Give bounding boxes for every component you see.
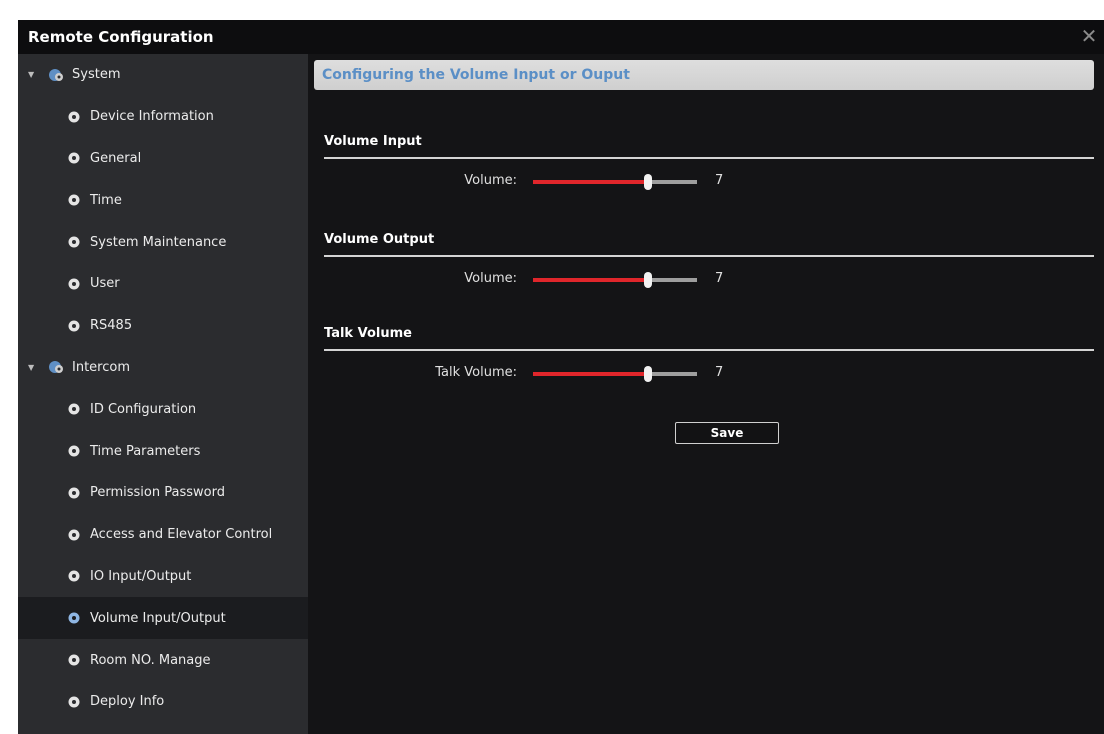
slider-thumb[interactable] (643, 272, 652, 288)
sidebar-tree: ▼ System Device Information General Time… (18, 54, 308, 734)
talk-volume-slider[interactable] (533, 366, 697, 382)
volume-input-slider[interactable] (533, 174, 697, 190)
sidebar-item-label: Device Information (90, 109, 214, 125)
gear-icon (68, 152, 80, 164)
page-header-bar: Configuring the Volume Input or Ouput (314, 60, 1094, 90)
sidebar-item-label: System Maintenance (90, 234, 227, 250)
caret-down-icon[interactable]: ▼ (28, 363, 40, 372)
sidebar-item-time[interactable]: Time (18, 179, 308, 221)
save-button[interactable]: Save (675, 422, 779, 444)
sidebar-item-deploy-info[interactable]: Deploy Info (18, 681, 308, 723)
slider-fill (533, 372, 648, 376)
gear-icon (68, 570, 80, 582)
slider-thumb[interactable] (643, 174, 652, 190)
gear-icon (68, 320, 80, 332)
tree-group-label: System (72, 67, 121, 83)
sidebar-item-label: Access and Elevator Control (90, 527, 273, 543)
gear-globe-icon (49, 68, 63, 81)
gear-icon (68, 696, 80, 708)
volume-input-section: Volume Input Volume: 7 (324, 134, 1094, 195)
sidebar-item-label: User (90, 276, 120, 292)
sidebar-item-time-parameters[interactable]: Time Parameters (18, 430, 308, 472)
sidebar-item-general[interactable]: General (18, 138, 308, 180)
sidebar-item-label: IO Input/Output (90, 568, 192, 584)
volume-output-value: 7 (715, 271, 724, 286)
sidebar-item-id-configuration[interactable]: ID Configuration (18, 388, 308, 430)
gear-icon (68, 654, 80, 666)
tree-group-label: Intercom (72, 359, 130, 375)
gear-icon (68, 403, 80, 415)
volume-output-slider[interactable] (533, 272, 697, 288)
sidebar-item-label: Deploy Info (90, 694, 165, 710)
window-title: Remote Configuration (28, 28, 214, 46)
gear-icon (68, 612, 80, 624)
slider-fill (533, 180, 648, 184)
sidebar-item-label: General (90, 150, 142, 166)
gear-globe-icon (49, 361, 63, 374)
remote-configuration-window: Remote Configuration ✕ ▼ System Device I… (18, 20, 1104, 734)
talk-volume-label: Talk Volume: (435, 365, 517, 380)
gear-icon (68, 111, 80, 123)
volume-output-label: Volume: (464, 271, 517, 286)
sidebar-item-rs485[interactable]: RS485 (18, 305, 308, 347)
gear-icon (68, 445, 80, 457)
section-title: Volume Input (324, 134, 1094, 159)
section-title: Volume Output (324, 232, 1094, 257)
gear-icon (68, 236, 80, 248)
sidebar-item-label: RS485 (90, 318, 133, 334)
gear-icon (68, 487, 80, 499)
sidebar-item-access-elevator-control[interactable]: Access and Elevator Control (18, 514, 308, 556)
volume-input-value: 7 (715, 173, 724, 188)
talk-volume-row: Talk Volume: 7 (324, 359, 1094, 387)
sidebar-item-label: Room NO. Manage (90, 652, 211, 668)
tree-group-system[interactable]: ▼ System (18, 54, 308, 96)
sidebar-item-user[interactable]: User (18, 263, 308, 305)
sidebar-item-label: Time Parameters (90, 443, 201, 459)
gear-icon (68, 529, 80, 541)
caret-down-icon[interactable]: ▼ (28, 70, 40, 79)
sidebar-item-io-input-output[interactable]: IO Input/Output (18, 556, 308, 598)
sidebar-item-label: Permission Password (90, 485, 225, 501)
tree-group-intercom[interactable]: ▼ Intercom (18, 347, 308, 389)
sidebar-item-label: Volume Input/Output (90, 610, 226, 626)
section-title: Talk Volume (324, 326, 1094, 351)
gear-icon (68, 278, 80, 290)
talk-volume-section: Talk Volume Talk Volume: 7 (324, 326, 1094, 387)
volume-output-row: Volume: 7 (324, 265, 1094, 293)
talk-volume-value: 7 (715, 365, 724, 380)
volume-input-row: Volume: 7 (324, 167, 1094, 195)
slider-fill (533, 278, 648, 282)
volume-input-label: Volume: (464, 173, 517, 188)
sidebar-item-label: Time (90, 192, 122, 208)
sidebar-item-volume-input-output[interactable]: Volume Input/Output (18, 597, 308, 640)
volume-output-section: Volume Output Volume: 7 (324, 232, 1094, 293)
sidebar-item-device-information[interactable]: Device Information (18, 96, 308, 138)
sidebar-item-label: ID Configuration (90, 401, 197, 417)
sidebar-item-permission-password[interactable]: Permission Password (18, 472, 308, 514)
title-bar: Remote Configuration ✕ (18, 20, 1104, 54)
page-title: Configuring the Volume Input or Ouput (322, 67, 630, 83)
gear-icon (68, 194, 80, 206)
sidebar-item-system-maintenance[interactable]: System Maintenance (18, 221, 308, 263)
content-panel: Configuring the Volume Input or Ouput Vo… (308, 54, 1104, 734)
slider-thumb[interactable] (643, 366, 652, 382)
sidebar-item-room-no-manage[interactable]: Room NO. Manage (18, 639, 308, 681)
close-icon[interactable]: ✕ (1078, 25, 1100, 47)
